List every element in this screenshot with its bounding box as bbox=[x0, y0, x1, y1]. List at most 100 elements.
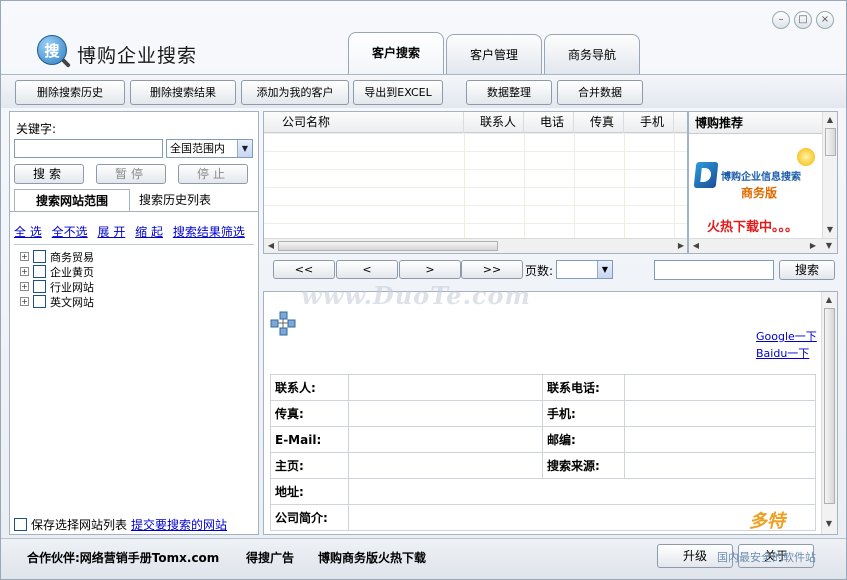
recommend-horizontal-scrollbar[interactable]: ◀ ▶ ▼ bbox=[689, 238, 837, 253]
collapse-link[interactable]: 缩 起 bbox=[135, 225, 163, 239]
tree-item-label: 行业网站 bbox=[50, 280, 94, 294]
product-logo-icon[interactable] bbox=[693, 162, 719, 188]
address-value bbox=[348, 478, 816, 505]
tree-item[interactable]: + 行业网站 bbox=[20, 279, 94, 294]
column-divider bbox=[674, 133, 675, 239]
column-mobile[interactable]: 手机 bbox=[624, 112, 674, 133]
result-search-input[interactable] bbox=[654, 260, 774, 280]
ad-link[interactable]: 得搜广告 bbox=[246, 549, 294, 566]
keyword-input[interactable] bbox=[14, 139, 163, 158]
recommend-vertical-scrollbar[interactable]: ▲ ▼ bbox=[822, 112, 837, 238]
export-excel-button[interactable]: 导出到EXCEL bbox=[353, 80, 443, 105]
last-page-button[interactable]: >> bbox=[461, 260, 523, 279]
tree-item[interactable]: + 商务贸易 bbox=[20, 249, 94, 264]
page-select[interactable]: ▼ bbox=[556, 260, 613, 279]
scroll-thumb[interactable] bbox=[824, 308, 835, 504]
select-none-link[interactable]: 全不选 bbox=[52, 225, 88, 239]
tree-item[interactable]: + 企业黄页 bbox=[20, 264, 94, 279]
save-site-list-label: 保存选择网站列表 bbox=[31, 518, 128, 532]
filter-results-link[interactable]: 搜索结果筛选 bbox=[173, 225, 245, 239]
scroll-left-icon[interactable]: ◀ bbox=[690, 240, 702, 252]
results-horizontal-scrollbar[interactable]: ◀ ▶ bbox=[264, 238, 687, 253]
recommend-hot-download[interactable]: 火热下载中。。。 bbox=[707, 216, 798, 235]
scroll-down-icon[interactable]: ▼ bbox=[824, 224, 836, 236]
prev-page-button[interactable]: < bbox=[336, 260, 398, 279]
watermark-slogan: 国内最安全的软件站 bbox=[717, 551, 816, 564]
chevron-down-icon[interactable]: ▼ bbox=[237, 140, 252, 157]
detail-panel: Google一下 Baidu一下 联系人: 联系电话: 传真: 手机: E-Ma… bbox=[263, 291, 838, 535]
scroll-left-icon[interactable]: ◀ bbox=[265, 240, 277, 252]
tree-checkbox[interactable] bbox=[33, 295, 46, 308]
tab-customer-management[interactable]: 客户管理 bbox=[446, 34, 542, 74]
scroll-right-icon[interactable]: ▶ bbox=[807, 240, 819, 252]
promo-link[interactable]: 博购商务版火热下载 bbox=[318, 549, 426, 566]
tab-divider bbox=[10, 211, 258, 212]
column-divider bbox=[574, 133, 575, 239]
logo-handle bbox=[61, 58, 71, 68]
scroll-thumb[interactable] bbox=[825, 128, 836, 156]
tab-business-navigation[interactable]: 商务导航 bbox=[544, 34, 640, 74]
select-all-link[interactable]: 全 选 bbox=[14, 225, 42, 239]
save-site-list-checkbox[interactable] bbox=[14, 518, 27, 531]
merge-data-button[interactable]: 合并数据 bbox=[557, 80, 643, 105]
chevron-down-icon[interactable]: ▼ bbox=[597, 261, 612, 278]
watermark-brand: 多特 bbox=[749, 511, 785, 532]
homepage-label: 主页: bbox=[270, 452, 349, 479]
phone-value bbox=[624, 374, 816, 401]
first-page-button[interactable]: << bbox=[273, 260, 335, 279]
column-contact[interactable]: 联系人 bbox=[464, 112, 524, 133]
clear-history-button[interactable]: 删除搜索历史 bbox=[15, 80, 125, 105]
tree-checkbox[interactable] bbox=[33, 250, 46, 263]
expand-link[interactable]: 展 开 bbox=[98, 225, 126, 239]
result-search-button[interactable]: 搜索 bbox=[779, 260, 835, 280]
zip-label: 邮编: bbox=[542, 426, 625, 453]
tree-checkbox[interactable] bbox=[33, 265, 46, 278]
scroll-thumb[interactable] bbox=[278, 241, 498, 251]
recommend-product-name[interactable]: 博购企业信息搜索 bbox=[721, 168, 801, 183]
email-label: E-Mail: bbox=[270, 426, 349, 453]
minimize-button[interactable]: – bbox=[772, 11, 790, 29]
app-title: 博购企业搜索 bbox=[77, 45, 198, 67]
recommend-edition[interactable]: 商务版 bbox=[741, 184, 777, 201]
stop-button[interactable]: 停止 bbox=[178, 164, 248, 184]
organize-data-button[interactable]: 数据整理 bbox=[466, 80, 552, 105]
tab-search-history[interactable]: 搜索历史列表 bbox=[130, 189, 220, 212]
baidu-link[interactable]: Baidu一下 bbox=[756, 345, 817, 362]
next-page-button[interactable]: > bbox=[399, 260, 461, 279]
submit-site-link[interactable]: 提交要搜索的网站 bbox=[131, 516, 227, 533]
expand-icon[interactable]: + bbox=[20, 297, 29, 306]
expand-icon[interactable]: + bbox=[20, 267, 29, 276]
scroll-up-icon[interactable]: ▲ bbox=[824, 114, 836, 126]
scroll-right-icon[interactable]: ▶ bbox=[675, 240, 687, 252]
column-divider bbox=[464, 133, 465, 239]
tree-checkbox[interactable] bbox=[33, 280, 46, 293]
watermark-text: www.DuoTe.com bbox=[301, 281, 531, 310]
clear-results-button[interactable]: 删除搜索结果 bbox=[130, 80, 236, 105]
recommend-panel: 博购推荐 博购企业信息搜索 商务版 火热下载中。。。 ▲ ▼ ◀ ▶ ▼ bbox=[688, 111, 838, 254]
column-phone[interactable]: 电话 bbox=[524, 112, 574, 133]
tree-item-label: 商务贸易 bbox=[50, 250, 94, 264]
selection-links: 全 选 全不选 展 开 缩 起 搜索结果筛选 bbox=[14, 223, 258, 240]
expand-icon[interactable]: + bbox=[20, 252, 29, 261]
tab-customer-search[interactable]: 客户搜索 bbox=[348, 32, 444, 74]
recommend-title: 博购推荐 bbox=[689, 112, 823, 134]
search-button[interactable]: 搜索 bbox=[14, 164, 84, 184]
tab-site-scope[interactable]: 搜索网站范围 bbox=[14, 189, 130, 212]
close-button[interactable]: × bbox=[816, 11, 834, 29]
partner-text[interactable]: 合作伙伴:网络营销手册Tomx.com bbox=[27, 549, 219, 566]
column-company-name[interactable]: 公司名称 bbox=[264, 112, 464, 133]
scope-select[interactable]: 全国范围内 ▼ bbox=[166, 139, 253, 158]
scroll-down-icon[interactable]: ▼ bbox=[823, 240, 835, 252]
detail-vertical-scrollbar[interactable]: ▲ ▼ bbox=[821, 292, 837, 534]
google-link[interactable]: Google一下 bbox=[756, 328, 817, 345]
source-label: 搜索来源: bbox=[542, 452, 625, 479]
expand-icon[interactable]: + bbox=[20, 282, 29, 291]
pause-button[interactable]: 暂停 bbox=[96, 164, 166, 184]
scroll-up-icon[interactable]: ▲ bbox=[823, 294, 835, 306]
add-customer-button[interactable]: 添加为我的客户 bbox=[241, 80, 349, 105]
maximize-button[interactable]: □ bbox=[794, 11, 812, 29]
column-fax[interactable]: 传真 bbox=[574, 112, 624, 133]
address-label: 地址: bbox=[270, 478, 349, 505]
tree-item[interactable]: + 英文网站 bbox=[20, 294, 94, 309]
keyword-label: 关键字: bbox=[16, 122, 57, 136]
